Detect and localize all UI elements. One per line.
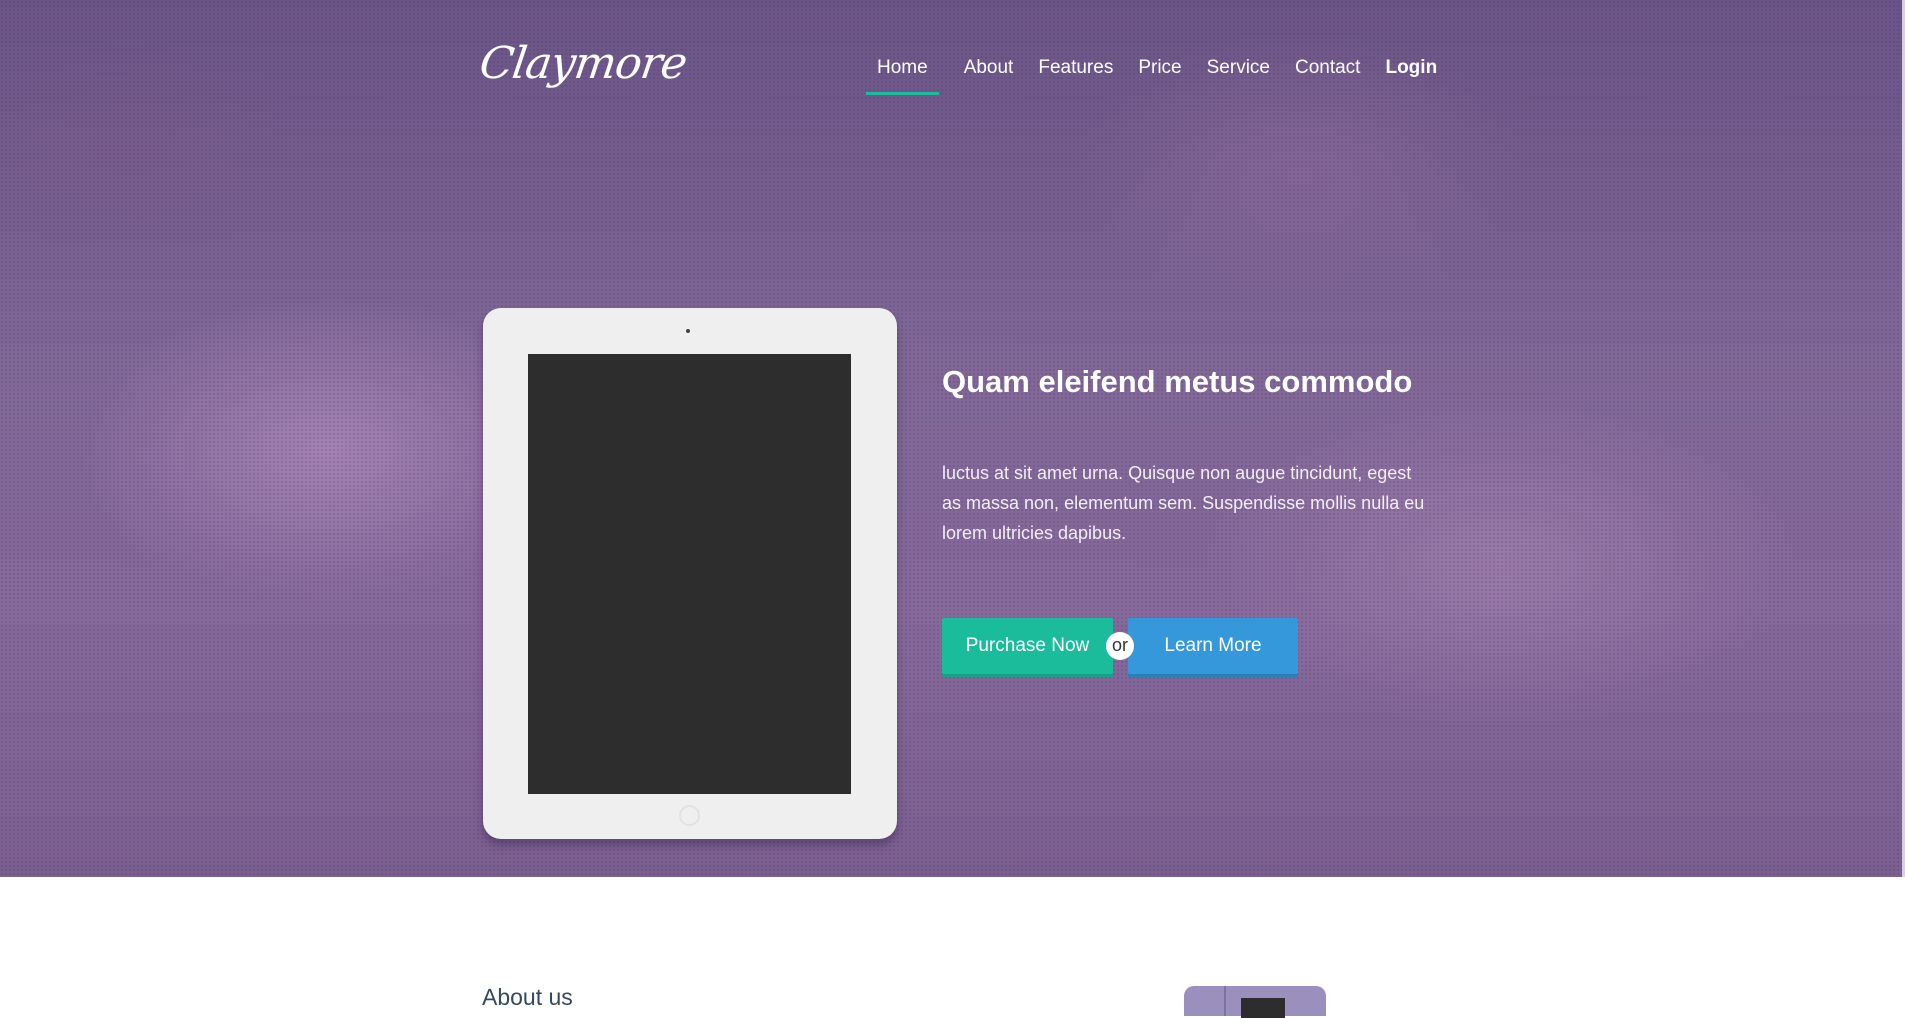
hero-description: luctus at sit amet urna. Quisque non aug…	[942, 463, 1425, 543]
nav-item-price[interactable]: Price	[1138, 56, 1181, 96]
brand-logo[interactable]: Claymore	[476, 38, 689, 89]
tablet-screen	[528, 354, 851, 794]
about-device-frame	[1224, 986, 1226, 1016]
hero-section: Claymore Home About Features Price Servi…	[0, 0, 1905, 877]
tablet-home-button	[679, 805, 700, 826]
about-device-screen	[1241, 998, 1285, 1018]
main-navigation: Home About Features Price Service Contac…	[866, 56, 1437, 96]
about-device-image	[1184, 986, 1326, 1018]
learn-more-button[interactable]: Learn More	[1128, 618, 1298, 674]
nav-item-service[interactable]: Service	[1207, 56, 1270, 96]
nav-item-about[interactable]: About	[964, 56, 1014, 96]
or-divider-badge: or	[1106, 632, 1134, 660]
tablet-camera	[686, 329, 690, 333]
nav-item-contact[interactable]: Contact	[1295, 56, 1360, 96]
nav-item-home[interactable]: Home	[866, 56, 939, 96]
nav-item-features[interactable]: Features	[1038, 56, 1113, 96]
hero-title: Quam eleifend metus commodo	[942, 364, 1413, 399]
nav-item-login[interactable]: Login	[1385, 56, 1437, 96]
about-section-title: About us	[482, 984, 573, 1010]
purchase-now-button[interactable]: Purchase Now	[942, 618, 1113, 674]
tablet-mockup-image	[483, 308, 897, 839]
